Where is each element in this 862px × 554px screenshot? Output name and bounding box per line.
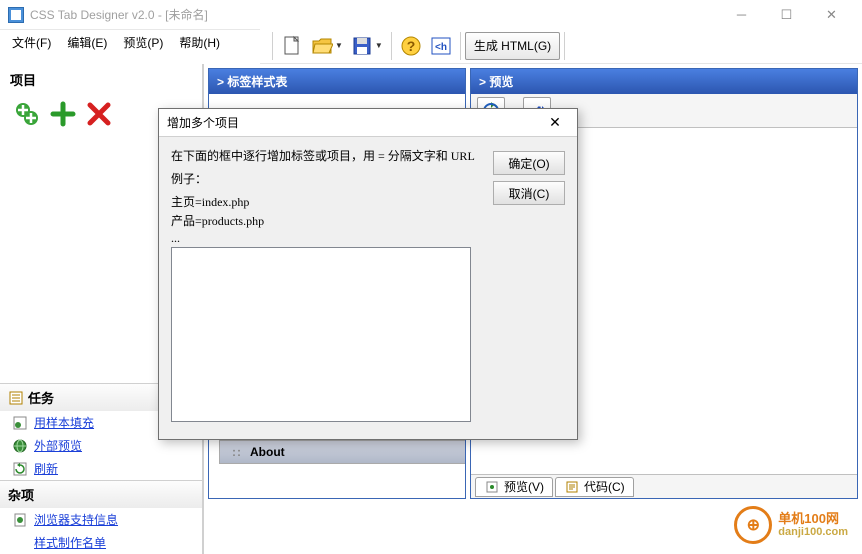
refresh-icon [12, 461, 28, 477]
code-view-button[interactable]: <h [426, 31, 456, 61]
svg-text:<h: <h [435, 42, 447, 53]
task-refresh-label: 刷新 [34, 460, 58, 477]
minimize-button[interactable]: ─ [719, 1, 764, 29]
add-multiple-button[interactable] [10, 97, 44, 131]
info-page-icon [12, 512, 28, 528]
style-sheet-panel-header: > 标签样式表 [209, 69, 465, 94]
plus-icon [49, 100, 77, 128]
misc-header: 杂项 [0, 481, 202, 508]
save-icon [351, 35, 373, 57]
grip-icon: :: [232, 445, 242, 459]
open-file-button[interactable] [307, 31, 337, 61]
save-dropdown-icon[interactable]: ▼ [375, 41, 383, 50]
task-external-preview-label: 外部预览 [34, 437, 82, 454]
task-browser-support[interactable]: 浏览器支持信息 [0, 508, 202, 531]
task-browser-support-label: 浏览器支持信息 [34, 511, 118, 528]
open-dropdown-icon[interactable]: ▼ [335, 41, 343, 50]
help-button[interactable]: ? [396, 31, 426, 61]
preview-bottom-tabs: 预览(V) 代码(C) [471, 474, 857, 498]
main-toolbar: ▼ ▼ ? <h 生成 HTML(G) [260, 28, 862, 64]
preview-tab-icon [484, 479, 500, 495]
designer-tab-about[interactable]: :: About [219, 440, 465, 464]
delete-x-icon [85, 100, 113, 128]
tasks-icon [8, 390, 24, 406]
new-file-button[interactable] [277, 31, 307, 61]
menu-preview[interactable]: 预览(P) [115, 31, 171, 54]
window-title: CSS Tab Designer v2.0 - [未命名] [30, 6, 719, 23]
generate-label: 生成 HTML(G) [474, 37, 551, 54]
svg-text:?: ? [407, 38, 416, 54]
task-refresh[interactable]: 刷新 [0, 457, 202, 480]
dialog-titlebar: 增加多个项目 ✕ [159, 109, 577, 137]
dialog-ok-button[interactable]: 确定(O) [493, 151, 565, 175]
dialog-cancel-button[interactable]: 取消(C) [493, 181, 565, 205]
watermark-logo-icon: ⊕ [734, 506, 772, 544]
add-item-button[interactable] [46, 97, 80, 131]
add-multiple-dialog: 增加多个项目 ✕ 在下面的框中逐行增加标签或项目，用 = 分隔文字和 URL 例… [158, 108, 578, 440]
delete-item-button[interactable] [82, 97, 116, 131]
project-header: 项目 [0, 64, 202, 95]
save-button[interactable] [347, 31, 377, 61]
dialog-body: 在下面的框中逐行增加标签或项目，用 = 分隔文字和 URL 例子： 主页=ind… [159, 137, 577, 439]
generate-html-button[interactable]: 生成 HTML(G) [465, 32, 560, 60]
tab-preview[interactable]: 预览(V) [475, 477, 553, 497]
titlebar: CSS Tab Designer v2.0 - [未命名] ─ ☐ ✕ [0, 0, 862, 30]
dialog-title-text: 增加多个项目 [167, 114, 541, 131]
plus-multi-icon [13, 100, 41, 128]
misc-section: 杂项 浏览器支持信息 样式制作名单 [0, 480, 202, 554]
help-icon: ? [400, 35, 422, 57]
app-icon [8, 7, 24, 23]
dialog-example-3: ... [171, 231, 565, 246]
menu-edit[interactable]: 编辑(E) [59, 31, 115, 54]
watermark: ⊕ 单机100网 danji100.com [734, 506, 848, 544]
dialog-input-textarea[interactable] [171, 247, 471, 422]
dialog-close-button[interactable]: ✕ [541, 112, 569, 134]
close-button[interactable]: ✕ [809, 1, 854, 29]
maximize-button[interactable]: ☐ [764, 1, 809, 29]
globe-icon [12, 438, 28, 454]
tab-code[interactable]: 代码(C) [555, 477, 634, 497]
dialog-example-2: 产品=products.php [171, 212, 565, 229]
code-tab-icon [564, 479, 580, 495]
task-style-credits-label: 样式制作名单 [34, 534, 106, 551]
code-icon: <h [430, 35, 452, 57]
menu-file[interactable]: 文件(F) [4, 31, 59, 54]
fill-sample-icon [12, 415, 28, 431]
preview-panel-header: > 预览 [471, 69, 857, 94]
task-style-credits[interactable]: 样式制作名单 [0, 531, 202, 554]
task-fill-sample-label: 用样本填充 [34, 414, 94, 431]
menu-help[interactable]: 帮助(H) [171, 31, 228, 54]
new-file-icon [281, 35, 303, 57]
window-controls: ─ ☐ ✕ [719, 1, 854, 29]
watermark-text: 单机100网 danji100.com [778, 511, 848, 540]
folder-open-icon [311, 35, 333, 57]
